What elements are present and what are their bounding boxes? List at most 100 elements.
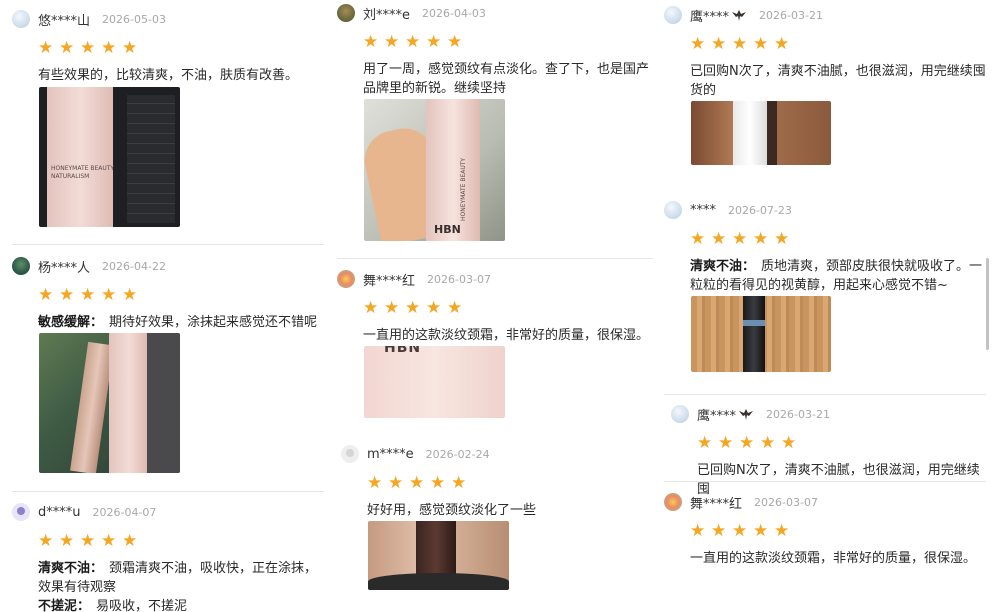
star-icon: ★ xyxy=(80,531,96,551)
avatar-icon[interactable] xyxy=(12,257,30,275)
review-username[interactable]: 舞****红 xyxy=(690,493,742,512)
avatar-icon[interactable] xyxy=(664,201,682,219)
avatar-icon[interactable] xyxy=(671,405,689,423)
rating-stars: ★ ★ ★ ★ ★ xyxy=(38,39,322,57)
review-text: 一直用的这款淡纹颈霜，非常好的质量，很保湿。 xyxy=(363,328,650,343)
star-icon: ★ xyxy=(426,32,442,52)
avatar-icon[interactable] xyxy=(341,445,359,463)
review-card: 舞****红 2026-03-07 ★ ★ ★ ★ ★ 一直用的这款淡纹颈霜，非常好的质… xyxy=(337,268,652,345)
star-icon: ★ xyxy=(447,298,463,318)
avatar-icon[interactable] xyxy=(664,6,682,24)
review-photo[interactable]: HBN xyxy=(364,346,505,418)
review-username[interactable]: 舞****红 xyxy=(363,270,415,289)
star-icon: ★ xyxy=(122,531,138,551)
review-card: 鹰**** 2026-03-21 ★ ★ ★ ★ ★ 已回购N次了，清爽不油腻，也很滋润… xyxy=(664,4,986,100)
star-icon: ★ xyxy=(384,32,400,52)
review-text-row: 敏感缓解： 期待好效果，涂抹起来感觉还不错呢 xyxy=(38,313,322,332)
review-photo[interactable]: HONEYMATE BEAUTY NATURALISM xyxy=(39,87,180,227)
review-text-row: 不搓泥： 易吸收，不搓泥 xyxy=(38,597,326,612)
star-icon: ★ xyxy=(711,521,727,541)
review-username[interactable]: **** xyxy=(690,203,716,218)
rating-stars: ★ ★ ★ ★ ★ xyxy=(697,434,987,452)
review-card: 悠****山 2026-05-03 ★ ★ ★ ★ ★ 有些效果的，比较清爽，不油，肤质… xyxy=(12,8,322,85)
star-icon: ★ xyxy=(388,473,404,493)
review-card: **** 2026-07-23 ★ ★ ★ ★ ★ 清爽不油： 质地清爽，颈部皮肤很快就吸… xyxy=(664,199,986,295)
review-tag: 清爽不油： xyxy=(38,561,104,576)
review-card: 刘****e 2026-04-03 ★ ★ ★ ★ ★ 用了一周，感觉颈纹有点淡化。查了… xyxy=(337,2,652,98)
star-icon: ★ xyxy=(690,229,706,249)
star-icon: ★ xyxy=(774,34,790,54)
avatar-icon[interactable] xyxy=(12,503,30,521)
product-brand-sub: NATURALISM xyxy=(51,173,90,180)
scrollbar[interactable] xyxy=(986,258,989,350)
star-icon: ★ xyxy=(690,34,706,54)
star-icon: ★ xyxy=(451,473,467,493)
avatar-icon[interactable] xyxy=(12,10,30,28)
rating-stars: ★ ★ ★ ★ ★ xyxy=(363,299,652,317)
review-photo[interactable]: HONEYMATE BEAUTY HBN xyxy=(364,99,505,241)
review-date: 2026-02-24 xyxy=(425,447,490,461)
star-icon: ★ xyxy=(753,229,769,249)
product-logo: HBN xyxy=(434,223,461,236)
review-text: 一直用的这款淡纹颈霜，非常好的质量，很保湿。 xyxy=(690,551,977,566)
rating-stars: ★ ★ ★ ★ ★ xyxy=(38,532,326,550)
star-icon: ★ xyxy=(711,229,727,249)
review-username[interactable]: 刘****e xyxy=(363,4,410,23)
eagle-icon xyxy=(739,409,754,420)
star-icon: ★ xyxy=(122,38,138,58)
review-username[interactable]: d****u xyxy=(38,505,81,520)
review-photo[interactable] xyxy=(691,101,831,165)
review-username[interactable]: 杨****人 xyxy=(38,257,90,276)
star-icon: ★ xyxy=(774,521,790,541)
star-icon: ★ xyxy=(718,433,734,453)
star-icon: ★ xyxy=(690,521,706,541)
review-card: d****u 2026-04-07 ★ ★ ★ ★ ★ 清爽不油： 颈霜清爽不油，吸收快，… xyxy=(12,501,326,612)
review-text: 易吸收，不搓泥 xyxy=(96,599,188,612)
avatar-icon[interactable] xyxy=(664,493,682,511)
review-photo[interactable] xyxy=(368,521,509,590)
star-icon: ★ xyxy=(732,229,748,249)
star-icon: ★ xyxy=(732,521,748,541)
review-photo[interactable] xyxy=(39,333,180,473)
review-date: 2026-03-21 xyxy=(759,8,823,22)
rating-stars: ★ ★ ★ ★ ★ xyxy=(38,286,322,304)
divider xyxy=(337,258,653,259)
review-text-row: 清爽不油： 质地清爽，颈部皮肤很快就吸收了。一粒粒的看得见的视黄醇，用起来心感觉不… xyxy=(690,257,986,295)
review-date: 2026-05-03 xyxy=(102,12,166,26)
review-tag: 敏感缓解： xyxy=(38,315,104,330)
star-icon: ★ xyxy=(38,38,54,58)
star-icon: ★ xyxy=(384,298,400,318)
rating-stars: ★ ★ ★ ★ ★ xyxy=(363,33,652,51)
review-text: 期待好效果，涂抹起来感觉还不错呢 xyxy=(109,315,318,330)
star-icon: ★ xyxy=(430,473,446,493)
star-icon: ★ xyxy=(447,32,463,52)
star-icon: ★ xyxy=(59,285,75,305)
star-icon: ★ xyxy=(753,34,769,54)
review-card: m****e 2026-02-24 ★ ★ ★ ★ ★ 好好用，感觉颈纹淡化了一些 xyxy=(341,443,656,520)
avatar-icon[interactable] xyxy=(337,4,355,22)
rating-stars: ★ ★ ★ ★ ★ xyxy=(690,522,986,540)
avatar-icon[interactable] xyxy=(337,270,355,288)
star-icon: ★ xyxy=(409,473,425,493)
review-username[interactable]: 悠****山 xyxy=(38,10,90,29)
review-date: 2026-03-21 xyxy=(766,407,830,421)
review-username[interactable]: m****e xyxy=(367,447,414,462)
star-icon: ★ xyxy=(367,473,383,493)
star-icon: ★ xyxy=(122,285,138,305)
divider xyxy=(664,481,986,482)
star-icon: ★ xyxy=(59,531,75,551)
review-photo[interactable] xyxy=(691,296,831,372)
review-username[interactable]: 鹰**** xyxy=(697,405,736,424)
star-icon: ★ xyxy=(774,229,790,249)
star-icon: ★ xyxy=(101,531,117,551)
review-date: 2026-04-03 xyxy=(422,6,486,20)
star-icon: ★ xyxy=(80,38,96,58)
star-icon: ★ xyxy=(363,298,379,318)
star-icon: ★ xyxy=(739,433,755,453)
star-icon: ★ xyxy=(732,34,748,54)
star-icon: ★ xyxy=(697,433,713,453)
rating-stars: ★ ★ ★ ★ ★ xyxy=(690,230,986,248)
product-brand: HONEYMATE BEAUTY xyxy=(460,157,467,221)
review-text: 好好用，感觉颈纹淡化了一些 xyxy=(367,503,537,518)
review-username[interactable]: 鹰**** xyxy=(690,6,729,25)
